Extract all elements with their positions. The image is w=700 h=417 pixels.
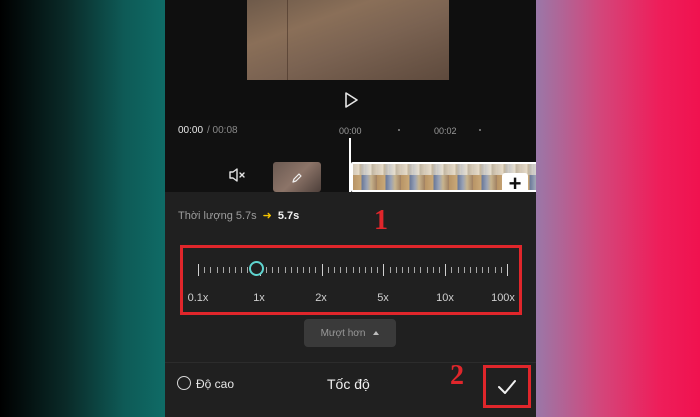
slider-minor-tick — [346, 267, 348, 273]
slider-minor-tick — [284, 267, 286, 273]
video-frame — [247, 0, 449, 80]
slider-minor-tick — [377, 267, 379, 273]
slider-minor-tick — [228, 267, 230, 273]
slider-minor-tick — [235, 267, 237, 273]
timeline[interactable]: 00:00 / 00:08 00:00 00:02 + — [165, 120, 536, 195]
current-time: 00:00 — [178, 125, 204, 136]
slider-major-tick — [445, 264, 447, 276]
ruler-label: 00:00 — [339, 126, 362, 136]
slider-major-tick — [321, 264, 323, 276]
slider-major-tick — [383, 264, 385, 276]
slider-minor-tick — [210, 267, 212, 273]
slider-minor-tick — [401, 267, 403, 273]
bottom-bar: Độ cao Tốc độ — [165, 362, 536, 417]
slider-minor-tick — [482, 267, 484, 273]
checkmark-icon — [498, 379, 516, 394]
slider-minor-tick — [500, 267, 502, 273]
slider-minor-tick — [204, 267, 206, 273]
speed-option[interactable]: 2x — [315, 292, 327, 304]
video-preview — [165, 0, 536, 120]
ruler-dot — [479, 129, 481, 131]
speed-option[interactable]: 1x — [253, 292, 265, 304]
slider-minor-tick — [222, 267, 224, 273]
total-time: / 00:08 — [207, 125, 238, 136]
slider-minor-tick — [439, 267, 441, 273]
app-screen: 00:00 / 00:08 00:00 00:02 + Thời lượng 5… — [165, 0, 536, 417]
background-right — [536, 0, 700, 417]
speed-option[interactable]: 0.1x — [188, 292, 209, 304]
slider-minor-tick — [457, 267, 459, 273]
slider-minor-tick — [327, 267, 329, 273]
smooth-button[interactable]: Mượt hơn — [304, 319, 396, 347]
duration-row: Thời lượng 5.7s ➜ 5.7s — [178, 209, 300, 223]
speed-slider-track[interactable] — [198, 264, 508, 276]
playhead[interactable] — [349, 138, 351, 192]
slider-minor-tick — [371, 267, 373, 273]
slider-minor-tick — [426, 267, 428, 273]
slider-minor-tick — [414, 267, 416, 273]
slider-minor-tick — [315, 267, 317, 273]
high-quality-label[interactable]: Độ cao — [196, 377, 234, 391]
slider-minor-tick — [358, 267, 360, 273]
slider-minor-tick — [216, 267, 218, 273]
slider-minor-tick — [290, 267, 292, 273]
duration-label: Thời lượng 5.7s — [178, 209, 257, 222]
slider-minor-tick — [364, 267, 366, 273]
speed-slider-knob[interactable] — [249, 261, 264, 276]
panel-title: Tốc độ — [327, 376, 370, 392]
edit-icon[interactable] — [291, 172, 303, 184]
speed-option[interactable]: 10x — [436, 292, 454, 304]
slider-minor-tick — [488, 267, 490, 273]
speed-option[interactable]: 100x — [491, 292, 515, 304]
slider-minor-tick — [420, 267, 422, 273]
slider-minor-tick — [309, 267, 311, 273]
slider-minor-tick — [395, 267, 397, 273]
slider-minor-tick — [494, 267, 496, 273]
annotation-marker-2: 2 — [450, 360, 464, 391]
slider-major-tick — [507, 264, 508, 276]
slider-major-tick — [198, 264, 199, 276]
slider-minor-tick — [463, 267, 465, 273]
slider-minor-tick — [241, 267, 243, 273]
speed-panel: Thời lượng 5.7s ➜ 5.7s 1 0.1x 1x 2x 5x 1… — [165, 192, 536, 417]
background-left — [0, 0, 165, 417]
slider-minor-tick — [278, 267, 280, 273]
slider-minor-tick — [408, 267, 410, 273]
speed-slider-highlight: 0.1x 1x 2x 5x 10x 100x — [180, 245, 522, 315]
slider-minor-tick — [303, 267, 305, 273]
slider-minor-tick — [265, 267, 267, 273]
high-quality-radio[interactable] — [177, 376, 191, 390]
slider-minor-tick — [352, 267, 354, 273]
smooth-button-label: Mượt hơn — [320, 327, 366, 339]
play-icon[interactable] — [343, 92, 359, 108]
slider-minor-tick — [451, 267, 453, 273]
slider-minor-tick — [340, 267, 342, 273]
slider-minor-tick — [333, 267, 335, 273]
slider-minor-tick — [469, 267, 471, 273]
slider-minor-tick — [476, 267, 478, 273]
ruler-label: 00:02 — [434, 126, 457, 136]
slider-minor-tick — [272, 267, 274, 273]
slider-minor-tick — [296, 267, 298, 273]
speed-option[interactable]: 5x — [377, 292, 389, 304]
duration-new: 5.7s — [277, 209, 300, 222]
slider-minor-tick — [389, 267, 391, 273]
arrow-icon: ➜ — [262, 210, 272, 222]
ruler-dot — [398, 129, 400, 131]
mute-icon[interactable] — [228, 167, 246, 183]
confirm-button[interactable] — [483, 365, 531, 408]
annotation-marker-1: 1 — [374, 205, 388, 236]
slider-minor-tick — [432, 267, 434, 273]
caret-up-icon — [373, 331, 380, 335]
